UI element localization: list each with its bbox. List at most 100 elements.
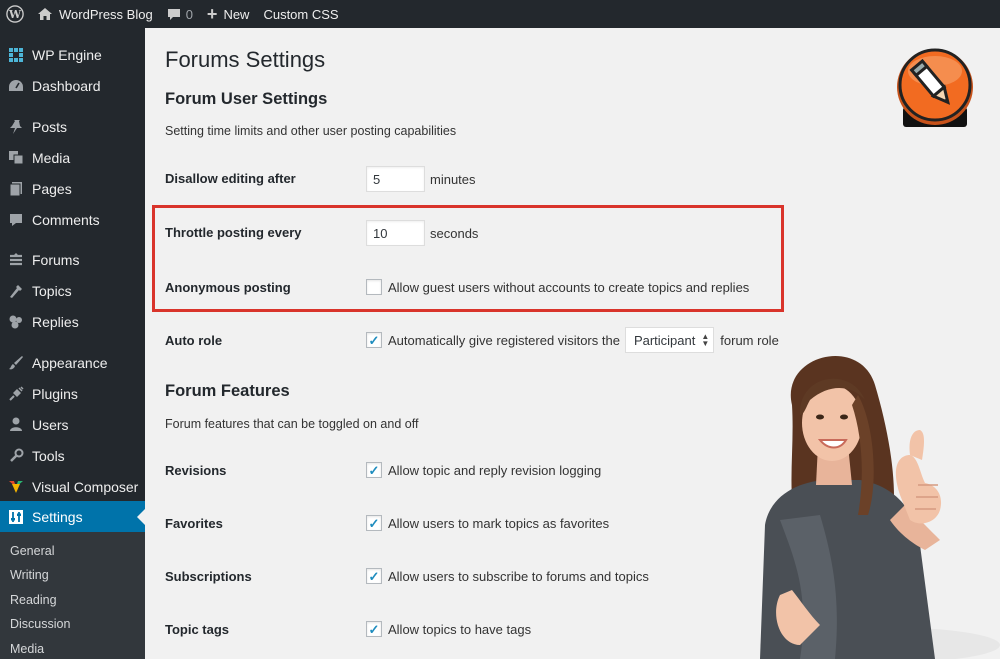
sidebar-item-pages[interactable]: Pages [0,173,145,204]
subscriptions-field: ✓ Allow users to subscribe to forums and… [366,568,649,584]
sidebar-item-label: Users [32,416,69,433]
checkmark-icon: ✓ [368,515,380,531]
pencil-badge-icon [893,47,977,131]
sidebar-item-label: Settings [32,508,83,525]
auto-role-text-before: Automatically give registered visitors t… [388,332,620,348]
sidebar-item-label: Visual Composer [32,478,139,495]
new-label: New [223,6,250,22]
sidebar-item-dashboard[interactable]: Dashboard [0,70,145,101]
pin-icon [8,119,24,135]
submenu-item-writing[interactable]: Writing [10,568,49,582]
topic-tags-checkbox[interactable]: ✓ [366,621,382,637]
select-arrows-icon: ▲ ▼ [701,332,710,348]
forums-icon [8,252,24,268]
replies-icon [8,314,24,330]
auto-role-checkbox[interactable]: ✓ [366,332,382,348]
subscriptions-text: Allow users to subscribe to forums and t… [388,568,649,584]
auto-role-select[interactable]: Participant ▲ ▼ [624,327,715,353]
submenu-item-reading[interactable]: Reading [10,593,57,607]
checkmark-icon: ✓ [368,332,380,348]
sidebar-item-media[interactable]: Media [0,142,145,173]
comments-link[interactable]: 0 [160,0,200,28]
auto-role-select-value: Participant [633,332,696,348]
vc-icon [8,479,24,495]
admin-sidebar: WP Engine Dashboard Posts Media Pages Co… [0,28,145,659]
user-settings-title: Forum User Settings [165,90,328,108]
sidebar-item-label: Forums [32,251,80,268]
checkmark-icon: ✓ [368,621,380,637]
svg-text:W: W [8,8,22,21]
sidebar-item-users[interactable]: Users [0,409,145,440]
sidebar-item-topics[interactable]: Topics [0,275,145,306]
checkmark-icon: ✓ [368,568,380,584]
disallow-editing-label: Disallow editing after [165,171,296,186]
checkmark-icon: ✓ [368,462,380,478]
favorites-label: Favorites [165,516,223,531]
sidebar-item-label: Media [32,149,71,166]
plug-icon [8,385,24,402]
sidebar-item-appearance[interactable]: Appearance [0,347,145,378]
revisions-field: ✓ Allow topic and reply revision logging [366,462,601,478]
new-content-link[interactable]: + New [200,0,257,28]
submenu-item-discussion[interactable]: Discussion [10,617,70,631]
custom-css-label: Custom CSS [263,6,339,22]
sidebar-item-label: Dashboard [32,77,101,94]
comment-icon [8,212,24,228]
sidebar-item-tools[interactable]: Tools [0,440,145,471]
home-icon [37,7,53,21]
topics-icon [8,283,24,299]
user-icon [8,417,24,433]
topic-tags-label: Topic tags [165,622,230,637]
custom-css-link[interactable]: Custom CSS [256,0,345,28]
auto-role-label: Auto role [165,333,223,348]
revisions-checkbox[interactable]: ✓ [366,462,382,478]
grid-icon [8,47,24,63]
wrench-icon [8,448,24,464]
revisions-text: Allow topic and reply revision logging [388,462,602,478]
site-name-link[interactable]: WordPress Blog [30,0,160,28]
highlight-box [152,205,784,312]
auto-role-field: ✓ Automatically give registered visitors… [366,327,779,353]
site-name: WordPress Blog [59,6,153,22]
comments-count: 0 [185,6,193,22]
sidebar-item-label: Replies [32,313,79,330]
subscriptions-label: Subscriptions [165,569,252,584]
sidebar-item-comments[interactable]: Comments [0,204,145,235]
favorites-checkbox[interactable]: ✓ [366,515,382,531]
features-description: Forum features that can be toggled on an… [165,417,419,431]
admin-bar: W WordPress Blog 0 + New Custom CSS [0,0,1000,28]
sidebar-item-posts[interactable]: Posts [0,111,145,142]
submenu-item-general[interactable]: General [10,544,54,558]
sidebar-item-settings[interactable]: Settings [0,501,145,532]
dashboard-icon [8,78,24,94]
favorites-text: Allow users to mark topics as favorites [388,515,610,531]
settings-submenu: General Writing Reading Discussion Media [0,532,145,659]
sidebar-item-label: Plugins [32,385,78,402]
brush-icon [8,355,24,371]
woman-thumbs-up-image [740,345,1000,659]
submenu-item-media[interactable]: Media [10,642,44,656]
settings-icon [8,509,24,525]
comment-bubble-icon [167,8,181,21]
revisions-label: Revisions [165,463,227,478]
wordpress-logo-icon[interactable]: W [0,0,30,28]
plus-icon: + [206,4,218,24]
sidebar-item-label: Tools [32,447,65,464]
sidebar-item-plugins[interactable]: Plugins [0,378,145,409]
sidebar-item-wp-engine[interactable]: WP Engine [0,39,145,70]
sidebar-item-visual-composer[interactable]: Visual Composer [0,471,145,502]
sidebar-item-replies[interactable]: Replies [0,306,145,337]
user-settings-description: Setting time limits and other user posti… [165,124,457,138]
subscriptions-checkbox[interactable]: ✓ [366,568,382,584]
pages-icon [8,181,24,197]
sidebar-item-forums[interactable]: Forums [0,244,145,275]
page-title: Forums Settings [165,47,326,72]
sidebar-item-label: Pages [32,180,72,197]
features-title: Forum Features [165,382,290,400]
sidebar-item-label: WP Engine [32,46,102,63]
topic-tags-text: Allow topics to have tags [388,621,532,637]
disallow-editing-input[interactable]: 5 [366,166,425,192]
favorites-field: ✓ Allow users to mark topics as favorite… [366,515,609,531]
topic-tags-field: ✓ Allow topics to have tags [366,621,531,637]
media-icon [8,150,24,166]
